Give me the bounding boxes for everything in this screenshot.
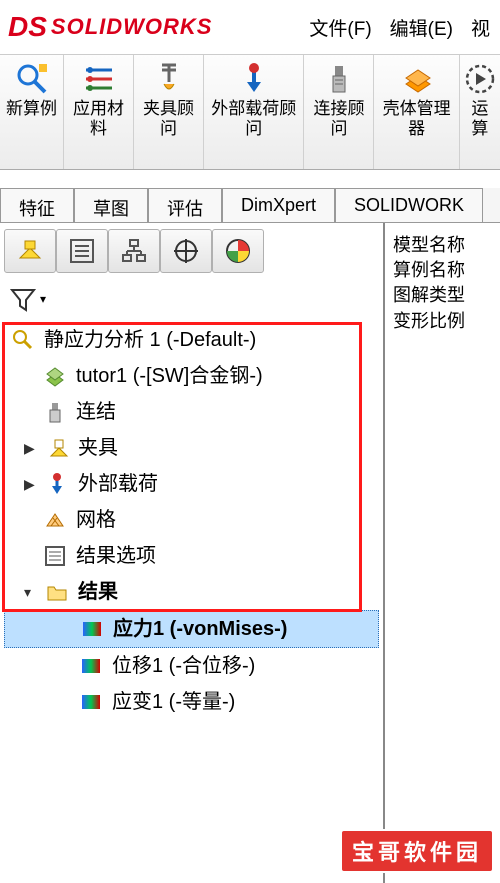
ribbon-label: 壳体管理器 [378, 99, 454, 140]
fixture-icon [151, 61, 187, 97]
info-plot-type: 图解类型 [393, 283, 492, 308]
ribbon-new-study[interactable]: 新算例 [0, 55, 64, 169]
graphics-area: 模型名称 算例名称 图解类型 变形比例 [385, 223, 500, 883]
folder-icon [44, 579, 70, 605]
panel-tab-property[interactable] [56, 229, 108, 273]
tree-study-root[interactable]: 静应力分析 1 (-Default-) [4, 322, 379, 358]
app-logo: DS SOLIDWORKS [0, 11, 220, 43]
tab-sketch[interactable]: 草图 [74, 188, 148, 222]
strain-plot-icon [78, 689, 104, 715]
tab-dimxpert[interactable]: DimXpert [222, 188, 335, 222]
ribbon-apply-material[interactable]: 应用材料 [64, 55, 134, 169]
panel-tab-config[interactable] [108, 229, 160, 273]
tree-stress-plot[interactable]: 应力1 (-vonMises-) [4, 610, 379, 648]
stress-plot-icon [79, 616, 105, 642]
ribbon-label: 新算例 [6, 99, 57, 119]
ribbon-fixture-advisor[interactable]: 夹具顾问 [134, 55, 204, 169]
watermark-badge: 宝哥软件园 [340, 829, 494, 873]
document-tabs: 特征 草图 评估 DimXpert SOLIDWORK [0, 188, 500, 223]
dropdown-arrow-icon[interactable]: ▾ [40, 292, 46, 306]
tree-label: tutor1 (-[SW]合金钢-) [76, 360, 263, 392]
disp-plot-icon [78, 653, 104, 679]
loads-icon [236, 61, 272, 97]
simulation-tree: 静应力分析 1 (-Default-) tutor1 (-[SW]合金钢-) 连… [0, 320, 383, 883]
fixture-icon [44, 435, 70, 461]
part-icon [42, 363, 68, 389]
mesh-icon [42, 507, 68, 533]
filter-icon[interactable] [8, 284, 38, 314]
connection-icon [321, 61, 357, 97]
main-menu: 文件(F) 编辑(E) 视 [309, 14, 500, 41]
tree-mesh[interactable]: 网格 [4, 502, 379, 538]
tree-displacement-plot[interactable]: 位移1 (-合位移-) [4, 648, 379, 684]
menu-file[interactable]: 文件(F) [309, 14, 371, 41]
material-icon [81, 61, 117, 97]
ribbon-shell-manager[interactable]: 壳体管理器 [374, 55, 459, 169]
collapse-icon[interactable]: ▾ [24, 581, 36, 603]
logo-mark: DS [8, 11, 47, 43]
ribbon-label: 外部载荷顾问 [208, 99, 299, 140]
tab-evaluate[interactable]: 评估 [148, 188, 222, 222]
tree-result-options[interactable]: 结果选项 [4, 538, 379, 574]
menu-edit[interactable]: 编辑(E) [390, 14, 453, 41]
tree-label: 应力1 (-vonMises-) [113, 613, 287, 645]
bolt-icon [42, 399, 68, 425]
study-icon [14, 61, 50, 97]
tab-features[interactable]: 特征 [0, 188, 74, 222]
study-root-icon [10, 327, 36, 353]
tree-label: 夹具 [78, 432, 118, 464]
target-icon [172, 237, 200, 265]
ribbon: 新算例 应用材料 夹具顾问 外部载荷顾问 连接顾问 壳体管理器 运算 [0, 55, 500, 170]
tree-label: 位移1 (-合位移-) [112, 650, 255, 682]
ribbon-label: 运算 [464, 99, 496, 140]
ribbon-run[interactable]: 运算 [460, 55, 500, 169]
ribbon-label: 应用材料 [68, 99, 129, 140]
tree-label: 网格 [76, 504, 116, 536]
ribbon-label: 连接顾问 [308, 99, 369, 140]
panel-tab-appearance[interactable] [212, 229, 264, 273]
tree-label: 静应力分析 1 (-Default-) [44, 324, 256, 356]
feature-tree-icon [15, 236, 45, 266]
shell-icon [399, 61, 435, 97]
info-model-name: 模型名称 [393, 233, 492, 258]
ribbon-external-loads[interactable]: 外部载荷顾问 [204, 55, 304, 169]
load-icon [44, 471, 70, 497]
run-icon [462, 61, 498, 97]
main-area: ▾ 静应力分析 1 (-Default-) tutor1 (-[SW]合金钢-)… [0, 223, 500, 883]
filter-row: ▾ [0, 278, 383, 320]
ribbon-label: 夹具顾问 [138, 99, 199, 140]
panel-tab-dimxpert[interactable] [160, 229, 212, 273]
hierarchy-icon [120, 237, 148, 265]
info-study-name: 算例名称 [393, 258, 492, 283]
tree-label: 结果选项 [76, 540, 156, 572]
ribbon-connection-advisor[interactable]: 连接顾问 [304, 55, 374, 169]
tree-results[interactable]: ▾ 结果 [4, 574, 379, 610]
tree-strain-plot[interactable]: 应变1 (-等量-) [4, 684, 379, 720]
logo-text: SOLIDWORKS [51, 14, 213, 40]
tree-fixtures[interactable]: ▶ 夹具 [4, 430, 379, 466]
list-icon [68, 237, 96, 265]
feature-manager-panel: ▾ 静应力分析 1 (-Default-) tutor1 (-[SW]合金钢-)… [0, 223, 385, 883]
title-bar: DS SOLIDWORKS 文件(F) 编辑(E) 视 [0, 0, 500, 55]
tree-label: 应变1 (-等量-) [112, 686, 235, 718]
tree-external-loads[interactable]: ▶ 外部载荷 [4, 466, 379, 502]
expand-icon[interactable]: ▶ [24, 437, 36, 459]
panel-tab-toolbar [0, 223, 383, 278]
appearance-icon [224, 237, 252, 265]
tab-solidworks[interactable]: SOLIDWORK [335, 188, 483, 222]
tree-connections[interactable]: 连结 [4, 394, 379, 430]
expand-icon[interactable]: ▶ [24, 473, 36, 495]
tree-label: 外部载荷 [78, 468, 158, 500]
tree-material[interactable]: tutor1 (-[SW]合金钢-) [4, 358, 379, 394]
info-deform-scale: 变形比例 [393, 309, 492, 334]
tree-label: 结果 [78, 576, 118, 608]
tree-label: 连结 [76, 396, 116, 428]
menu-view[interactable]: 视 [471, 14, 490, 41]
panel-tab-feature-tree[interactable] [4, 229, 56, 273]
options-icon [42, 543, 68, 569]
